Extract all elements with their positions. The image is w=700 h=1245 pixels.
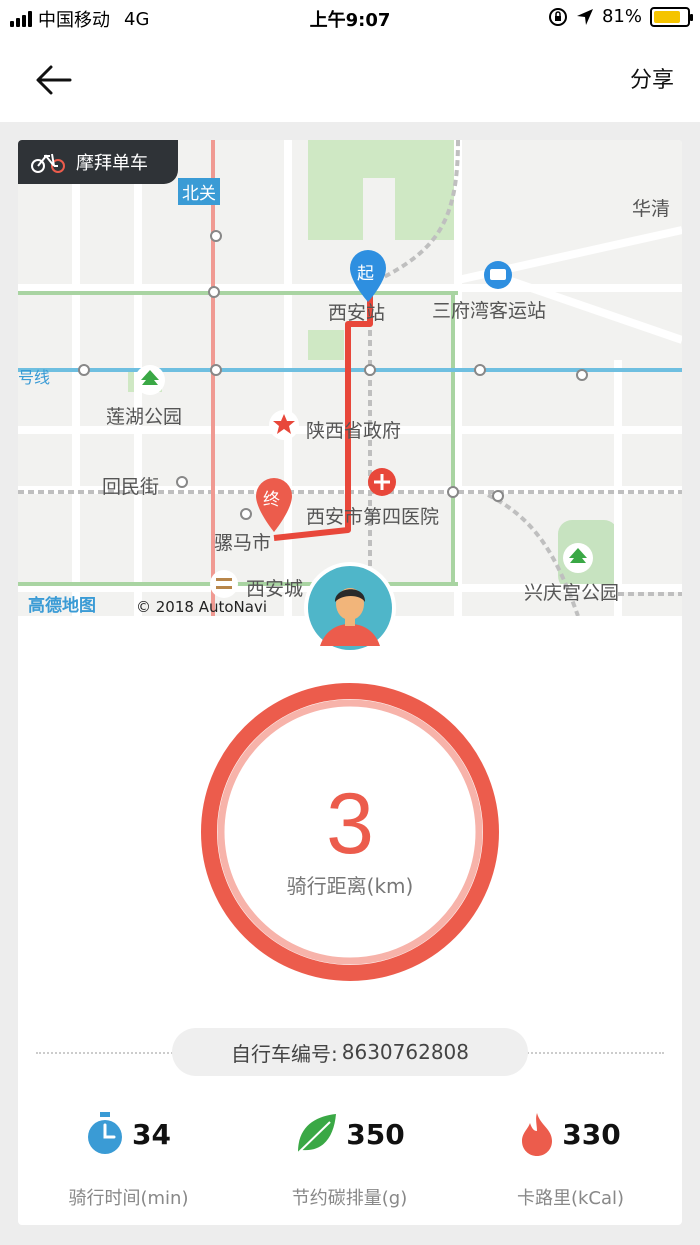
bicycle-icon [31,153,65,173]
brand-name: 摩拜单车 [76,153,148,174]
map-canvas [18,140,682,616]
map-copyright: © 2018 AutoNavi [136,598,267,616]
map-label-huimin: 回民街 [102,476,160,498]
battery-icon [650,6,693,27]
bike-number-value: 8630762808 [341,1040,469,1064]
stat-calories-value: 330 [562,1117,621,1151]
map-label-xian-cheng: 西安城 [246,578,304,600]
flame-icon [522,1113,553,1156]
stat-calories: 330 卡路里(kCal) [460,1106,681,1210]
map-label-shaanxi-gov: 陕西省政府 [306,420,402,442]
map-label-huaqing: 华清 [632,198,671,220]
status-bar: 中国移动 4G 上午9:07 81% [0,0,700,36]
map-label-metro-line: 号线 [18,368,51,387]
stat-time: 34 骑行时间(min) [18,1106,239,1210]
leaf-icon [295,1114,337,1156]
battery-percent: 81% [601,6,642,27]
bike-number-label: 自行车编号: [231,1041,338,1066]
end-marker-label: 终 [263,490,280,510]
stopwatch-icon [88,1112,123,1154]
map-label-luomashi: 骡马市 [214,532,272,554]
stat-time-value: 34 [132,1117,171,1151]
route-map[interactable]: 摩拜单车 北关 华清 西安站 三府湾客运站 号线 莲湖公园 陕西省政府 回民街 … [18,140,682,616]
map-label-xingqing: 兴庆宫公园 [524,582,620,604]
avatar[interactable] [304,562,396,654]
map-label-hospital: 西安市第四医院 [306,506,440,528]
location-arrow-icon [576,8,593,25]
share-button[interactable]: 分享 [630,62,674,94]
stat-carbon: 350 节约碳排量(g) [239,1106,460,1210]
ride-detail-screen: 中国移动 4G 上午9:07 81% 分享 摩拜单车 北关 华清 西安站 三府湾… [0,0,700,1245]
distance-caption: 骑行距离(km) [200,870,500,899]
stat-carbon-label: 节约碳排量(g) [291,1188,408,1209]
map-label-xian-station: 西安站 [328,302,386,324]
back-arrow-icon [36,65,72,95]
distance-label: 骑行距离 [286,874,367,898]
battery-fill [654,10,680,23]
start-marker-label: 起 [357,264,374,284]
status-right: 81% [548,6,693,27]
ride-card: 摩拜单车 北关 华清 西安站 三府湾客运站 号线 莲湖公园 陕西省政府 回民街 … [18,140,682,1225]
map-label-beiguan: 北关 [178,178,220,205]
ride-stats: 34 骑行时间(min) 350 节约碳排量(g) 330 卡路里(kCal) [18,1106,682,1210]
user-avatar-icon [308,566,392,650]
map-label-sanfu: 三府湾客运站 [432,300,547,322]
stat-calories-label: 卡路里(kCal) [516,1188,625,1209]
back-button[interactable] [34,62,74,98]
bike-number-badge: 自行车编号: 8630762808 [172,1028,528,1076]
map-label-lianhu: 莲湖公园 [106,406,183,428]
nav-bar: 分享 [0,36,700,122]
mobike-brand-badge: 摩拜单车 [18,140,178,184]
rotation-lock-icon [548,7,567,26]
stat-time-label: 骑行时间(min) [68,1188,189,1209]
distance-unit: (km) [366,874,414,898]
amap-logo: 高德地图 [28,596,96,616]
distance-value: 3 [326,776,374,872]
stat-carbon-value: 350 [346,1117,405,1151]
